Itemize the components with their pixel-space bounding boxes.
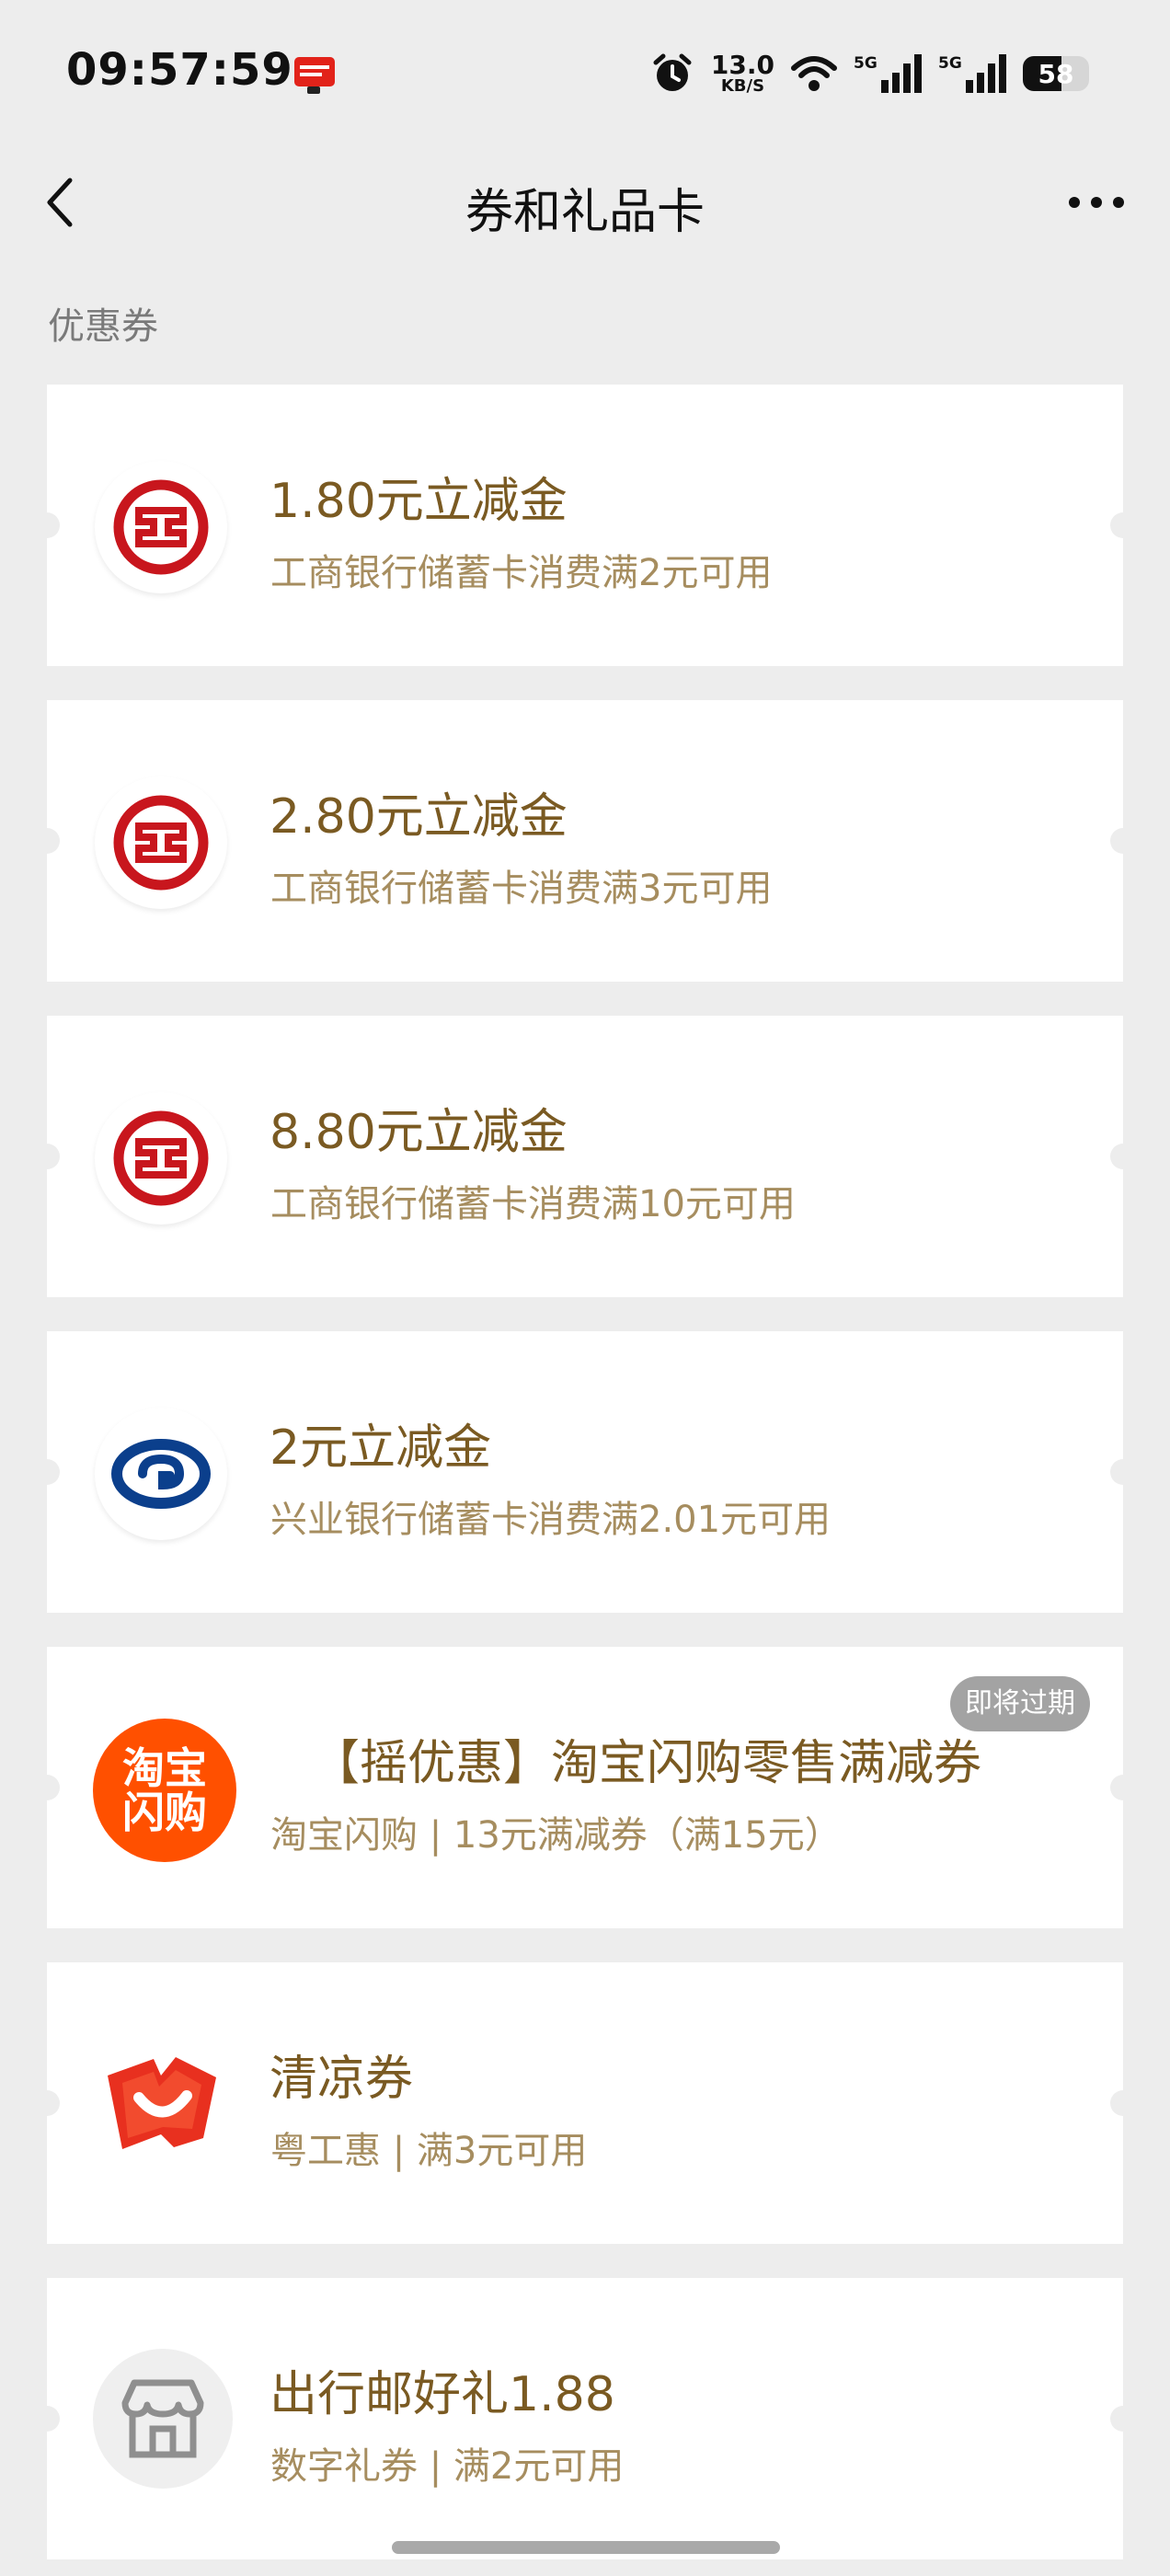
card-notch bbox=[1110, 1144, 1136, 1169]
card-notch bbox=[34, 2406, 60, 2432]
card-notch bbox=[1110, 2406, 1136, 2432]
card-notch bbox=[34, 828, 60, 854]
icbc-logo-icon bbox=[95, 776, 227, 909]
coupon-title: 出行邮好礼1.88 bbox=[270, 2367, 615, 2422]
icbc-logo-icon bbox=[95, 1092, 227, 1225]
battery-icon: 58 bbox=[1023, 56, 1089, 91]
coupon-card[interactable]: 即将过期 淘宝 闪购 【摇优惠】淘宝闪购零售满减券 淘宝闪购 | 13元满减券（… bbox=[34, 1647, 1136, 1928]
card-notch bbox=[34, 1459, 60, 1485]
battery-percent: 58 bbox=[1038, 58, 1074, 89]
coupon-desc: 淘宝闪购 | 13元满减券（满15元） bbox=[270, 1814, 842, 1857]
network-speed-unit: KB/S bbox=[720, 76, 765, 96]
network-speed: 13.0 KB/S bbox=[711, 52, 774, 95]
coupon-title: 8.80元立减金 bbox=[270, 1105, 568, 1160]
page-title: 券和礼品卡 bbox=[465, 185, 705, 240]
status-bar: 09:57:59 13.0 KB/S 5G 5G 58 bbox=[0, 0, 1170, 147]
home-indicator[interactable] bbox=[392, 2541, 780, 2554]
coupon-title: 1.80元立减金 bbox=[270, 474, 568, 529]
card-notch bbox=[1110, 1459, 1136, 1485]
coupon-card[interactable]: 2.80元立减金 工商银行储蓄卡消费满3元可用 bbox=[34, 700, 1136, 982]
card-notch bbox=[34, 2090, 60, 2116]
coupon-list: 1.80元立减金 工商银行储蓄卡消费满2元可用 2.80元立减金 工商银行储蓄卡… bbox=[34, 385, 1136, 2559]
signal-5g-icon: 5G bbox=[854, 54, 922, 93]
coupon-card[interactable]: 清凉券 粤工惠 | 满3元可用 bbox=[34, 1962, 1136, 2244]
card-notch bbox=[34, 1775, 60, 1800]
status-time: 09:57:59 bbox=[66, 44, 293, 96]
coupon-desc: 工商银行储蓄卡消费满2元可用 bbox=[270, 552, 773, 594]
coupon-desc: 兴业银行储蓄卡消费满2.01元可用 bbox=[270, 1499, 832, 1541]
coupon-card[interactable]: 出行邮好礼1.88 数字礼券 | 满2元可用 bbox=[34, 2278, 1136, 2559]
coupon-desc: 粤工惠 | 满3元可用 bbox=[270, 2130, 588, 2172]
more-button[interactable] bbox=[1060, 175, 1133, 230]
logo-text: 闪购 bbox=[122, 1788, 207, 1837]
coupon-title: 【摇优惠】淘宝闪购零售满减券 bbox=[312, 1736, 982, 1791]
nav-bar: 券和礼品卡 bbox=[0, 147, 1170, 258]
card-notch bbox=[1110, 2090, 1136, 2116]
coupon-desc: 工商银行储蓄卡消费满3元可用 bbox=[270, 868, 773, 910]
yuegonghui-logo-icon bbox=[95, 2039, 227, 2171]
store-icon bbox=[93, 2349, 233, 2489]
app-notification-icon bbox=[294, 57, 335, 94]
section-label: 优惠券 bbox=[48, 305, 158, 348]
coupon-desc: 工商银行储蓄卡消费满10元可用 bbox=[270, 1183, 796, 1225]
coupon-card[interactable]: 1.80元立减金 工商银行储蓄卡消费满2元可用 bbox=[34, 385, 1136, 666]
taobao-flash-logo-icon: 淘宝 闪购 bbox=[93, 1719, 236, 1862]
icbc-logo-icon bbox=[95, 461, 227, 593]
svg-text:5G: 5G bbox=[938, 54, 962, 73]
coupon-title: 2元立减金 bbox=[270, 1420, 492, 1476]
alarm-icon bbox=[653, 53, 692, 91]
coupon-desc: 数字礼券 | 满2元可用 bbox=[270, 2445, 625, 2488]
card-notch bbox=[1110, 828, 1136, 854]
card-notch bbox=[34, 512, 60, 538]
svg-text:5G: 5G bbox=[854, 54, 878, 73]
network-speed-value: 13.0 bbox=[710, 50, 774, 80]
card-notch bbox=[34, 1144, 60, 1169]
card-notch bbox=[1110, 1775, 1136, 1800]
coupon-card[interactable]: 2元立减金 兴业银行储蓄卡消费满2.01元可用 bbox=[34, 1331, 1136, 1613]
logo-text: 淘宝 bbox=[122, 1742, 207, 1793]
coupon-card[interactable]: 8.80元立减金 工商银行储蓄卡消费满10元可用 bbox=[34, 1016, 1136, 1297]
expiring-badge: 即将过期 bbox=[950, 1676, 1090, 1731]
status-indicators: 13.0 KB/S 5G 5G 58 bbox=[650, 46, 1089, 101]
coupon-title: 清凉券 bbox=[270, 2052, 414, 2107]
cib-logo-icon bbox=[95, 1408, 227, 1540]
signal-5g-icon-2: 5G bbox=[938, 54, 1006, 93]
more-dots-icon bbox=[1069, 197, 1124, 208]
card-notch bbox=[1110, 512, 1136, 538]
wifi-icon bbox=[791, 56, 837, 91]
coupon-title: 2.80元立减金 bbox=[270, 789, 568, 845]
